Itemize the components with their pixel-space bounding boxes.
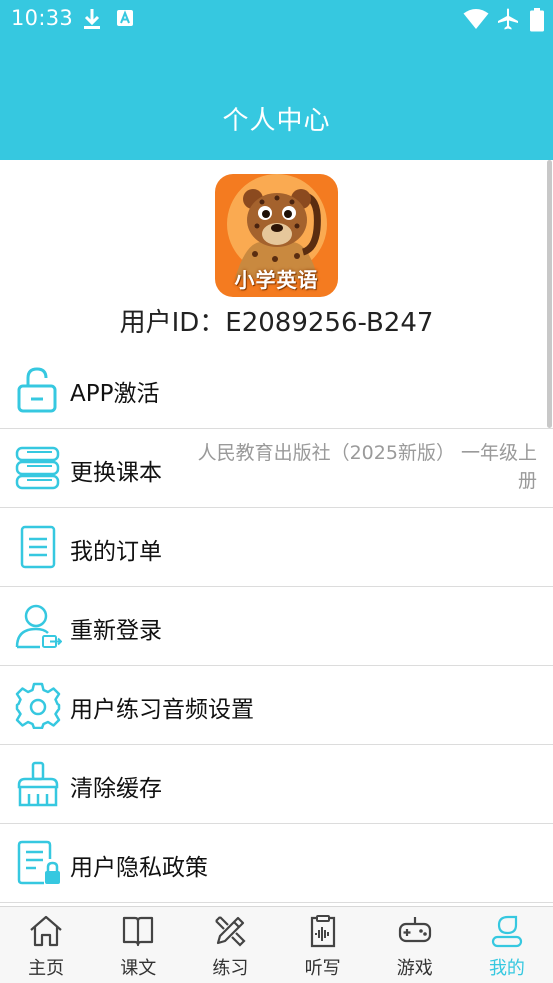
tab-lessons[interactable]: 课文 — [92, 907, 184, 983]
tab-bar: 主页 课文 练习 听写 游戏 我的 — [0, 906, 553, 983]
logo-text: 小学英语 — [234, 268, 319, 292]
status-bar: 10:33 — [0, 0, 553, 38]
menu-item-app-activate[interactable]: APP激活 — [0, 350, 553, 429]
tab-label: 游戏 — [396, 958, 433, 979]
tab-home[interactable]: 主页 — [0, 907, 92, 983]
profile-icon — [491, 915, 523, 948]
privacy-doc-icon — [17, 840, 60, 885]
tab-label: 我的 — [488, 958, 525, 979]
settings-menu: APP激活 更换课本 人民教育出版社（2025新版） 一年级上册 我的订单 重新… — [0, 350, 553, 903]
wifi-icon — [463, 9, 489, 29]
broom-icon — [17, 761, 59, 807]
books-icon — [15, 446, 60, 490]
page-title: 个人中心 — [222, 106, 331, 136]
download-icon — [84, 9, 100, 29]
pencil-icon — [215, 916, 246, 947]
scrollbar[interactable] — [547, 160, 552, 428]
app-logo: 小学英语 — [215, 174, 338, 297]
unlock-icon — [17, 367, 57, 413]
menu-item-change-textbook[interactable]: 更换课本 人民教育出版社（2025新版） 一年级上册 — [0, 429, 553, 508]
profile-section: 小学英语 用户ID：E2089256-B247 — [0, 160, 553, 350]
tab-label: 主页 — [28, 958, 65, 979]
tab-label: 听写 — [304, 958, 341, 979]
document-icon — [20, 525, 56, 569]
user-logout-icon — [15, 604, 62, 649]
menu-label: 重新登录 — [70, 618, 162, 644]
menu-label: 用户练习音频设置 — [70, 697, 254, 723]
tab-label: 练习 — [212, 958, 249, 979]
menu-label: 用户隐私政策 — [70, 855, 208, 881]
menu-label: 更换课本 — [70, 460, 162, 486]
home-icon — [30, 915, 62, 947]
menu-item-my-orders[interactable]: 我的订单 — [0, 508, 553, 587]
book-icon — [123, 916, 154, 947]
tab-label: 课文 — [120, 958, 157, 979]
menu-item-audio-settings[interactable]: 用户练习音频设置 — [0, 666, 553, 745]
airplane-icon — [498, 8, 518, 30]
menu-label: APP激活 — [70, 381, 160, 407]
menu-label: 清除缓存 — [70, 776, 162, 802]
battery-icon — [530, 8, 544, 32]
tab-dictation[interactable]: 听写 — [277, 907, 369, 983]
header: 个人中心 — [0, 38, 553, 160]
menu-label: 我的订单 — [70, 539, 162, 565]
dictation-icon — [310, 915, 335, 948]
status-time: 10:33 — [11, 6, 74, 30]
gamepad-icon — [398, 917, 431, 943]
user-id: 用户ID：E2089256-B247 — [119, 308, 434, 338]
app-notification-icon — [117, 10, 133, 26]
menu-item-relogin[interactable]: 重新登录 — [0, 587, 553, 666]
gear-icon — [15, 682, 61, 729]
menu-item-clear-cache[interactable]: 清除缓存 — [0, 745, 553, 824]
tab-games[interactable]: 游戏 — [369, 907, 461, 983]
tab-practice[interactable]: 练习 — [184, 907, 276, 983]
menu-item-privacy-policy[interactable]: 用户隐私政策 — [0, 824, 553, 903]
current-textbook: 人民教育出版社（2025新版） 一年级上册 — [197, 442, 537, 492]
tab-mine[interactable]: 我的 — [461, 907, 553, 983]
